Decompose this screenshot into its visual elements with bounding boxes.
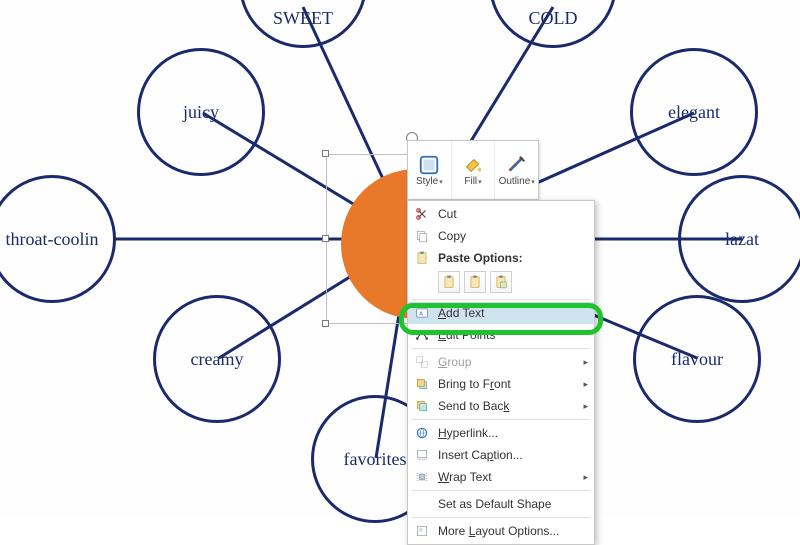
node-label: favorites <box>344 449 407 470</box>
style-icon <box>418 154 440 176</box>
fill-button[interactable]: Fill▾ <box>452 141 496 199</box>
submenu-arrow-icon: ▸ <box>583 357 588 368</box>
node-label: lazat <box>725 229 759 250</box>
menu-bring-to-front[interactable]: Bring to Front ▸ <box>408 373 594 395</box>
cut-icon <box>412 206 432 222</box>
submenu-arrow-icon: ▸ <box>583 472 588 483</box>
resize-handle-sw[interactable] <box>322 320 329 327</box>
btn-label: Fill <box>464 176 477 187</box>
blank-icon <box>412 496 432 512</box>
node-label: juicy <box>183 102 219 123</box>
menu-paste-options: Paste Options: <box>408 247 594 269</box>
btn-label: Outline <box>499 176 531 187</box>
outline-button[interactable]: Outline▾ <box>495 141 538 199</box>
menu-separator <box>412 490 590 491</box>
menu-separator <box>412 517 590 518</box>
submenu-arrow-icon: ▸ <box>583 379 588 390</box>
paste-option-3[interactable] <box>490 271 512 293</box>
menu-label: More Layout Options... <box>438 524 588 538</box>
menu-set-default-shape[interactable]: Set as Default Shape <box>408 493 594 515</box>
menu-more-layout[interactable]: More Layout Options... <box>408 520 594 542</box>
menu-label: Hyperlink... <box>438 426 588 440</box>
edit-points-icon <box>412 327 432 343</box>
menu-label: Add Text <box>438 306 588 320</box>
menu-separator <box>412 348 590 349</box>
menu-send-to-back[interactable]: Send to Back ▸ <box>408 395 594 417</box>
document-canvas[interactable]: SWEET COLD juicy elegant throat-coolin l… <box>0 0 800 517</box>
menu-label: Paste Options: <box>438 251 588 265</box>
copy-icon <box>412 228 432 244</box>
context-menu: Cut Copy Paste Options: A Add Text Edit … <box>407 200 595 545</box>
node-lazat[interactable]: lazat <box>678 175 800 303</box>
menu-label: Set as Default Shape <box>438 497 588 511</box>
mini-toolbar: Style▾ Fill▾ Outline▾ <box>407 140 539 200</box>
add-text-icon: A <box>412 305 432 321</box>
menu-hyperlink[interactable]: Hyperlink... <box>408 422 594 444</box>
bring-front-icon <box>412 376 432 392</box>
wrap-icon <box>412 469 432 485</box>
menu-separator <box>412 419 590 420</box>
btn-label: Style <box>416 176 438 187</box>
menu-group: Group ▸ <box>408 351 594 373</box>
resize-handle-w[interactable] <box>322 235 329 242</box>
menu-label: Edit Points <box>438 328 588 342</box>
node-label: elegant <box>668 102 720 123</box>
menu-wrap-text[interactable]: Wrap Text ▸ <box>408 466 594 488</box>
submenu-arrow-icon: ▸ <box>583 401 588 412</box>
outline-icon <box>506 154 528 176</box>
caption-icon <box>412 447 432 463</box>
menu-label: Insert Caption... <box>438 448 588 462</box>
send-back-icon <box>412 398 432 414</box>
layout-icon <box>412 523 432 539</box>
menu-label: Send to Back <box>438 399 583 413</box>
node-elegant[interactable]: elegant <box>630 48 758 176</box>
menu-separator <box>412 299 590 300</box>
node-label: SWEET <box>273 8 333 29</box>
group-icon <box>412 354 432 370</box>
style-button[interactable]: Style▾ <box>408 141 452 199</box>
fill-icon <box>462 154 484 176</box>
hyperlink-icon <box>412 425 432 441</box>
node-label: COLD <box>529 8 578 29</box>
node-creamy[interactable]: creamy <box>153 295 281 423</box>
menu-label: Copy <box>438 229 588 243</box>
paste-option-2[interactable] <box>464 271 486 293</box>
menu-edit-points[interactable]: Edit Points <box>408 324 594 346</box>
resize-handle-nw[interactable] <box>322 150 329 157</box>
menu-add-text[interactable]: A Add Text <box>408 302 594 324</box>
menu-label: Cut <box>438 207 588 221</box>
menu-label: Bring to Front <box>438 377 583 391</box>
node-flavour[interactable]: flavour <box>633 295 761 423</box>
menu-cut[interactable]: Cut <box>408 203 594 225</box>
menu-copy[interactable]: Copy <box>408 225 594 247</box>
paste-icon <box>412 250 432 266</box>
node-label: flavour <box>671 349 723 370</box>
menu-label: Wrap Text <box>438 470 583 484</box>
node-juicy[interactable]: juicy <box>137 48 265 176</box>
paste-options-row <box>408 269 594 297</box>
menu-label: Group <box>438 355 583 369</box>
menu-insert-caption[interactable]: Insert Caption... <box>408 444 594 466</box>
node-label: creamy <box>191 349 244 370</box>
node-label: throat-coolin <box>6 229 99 250</box>
paste-option-1[interactable] <box>438 271 460 293</box>
svg-text:A: A <box>419 311 423 317</box>
